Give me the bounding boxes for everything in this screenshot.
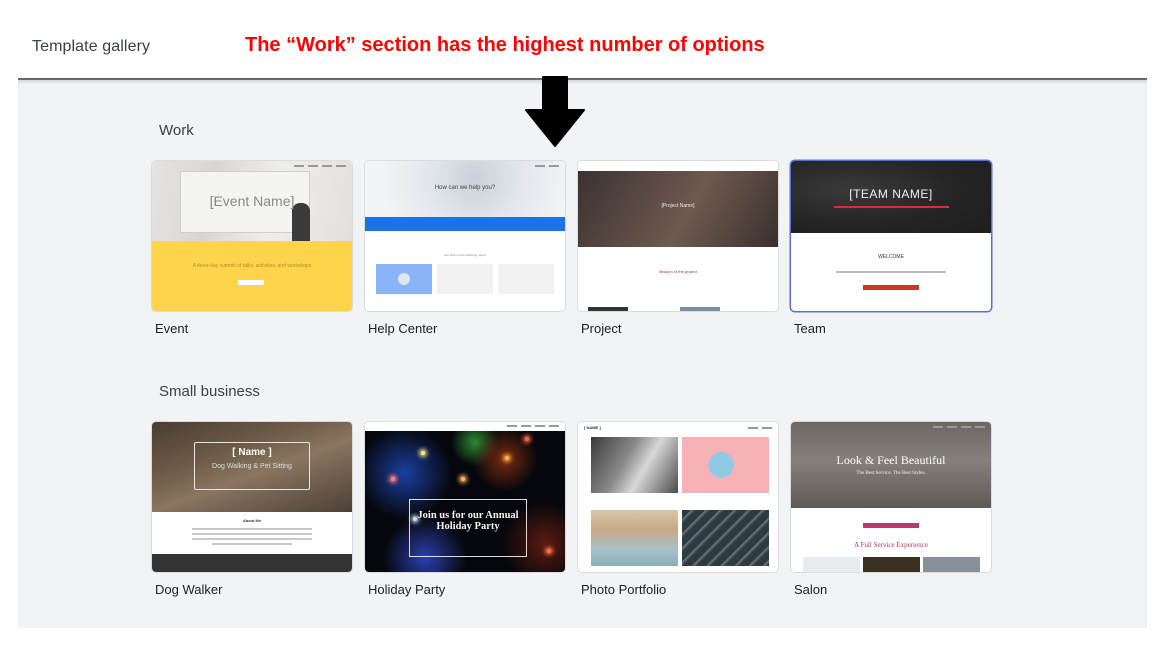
salon-preview-title: Look & Feel Beautiful — [836, 453, 946, 467]
template-card-holiday-party[interactable]: Join us for our Annual Holiday Party Hol… — [365, 422, 565, 597]
template-card-photo-portfolio[interactable]: [ NAME ] Photo Portfolio — [578, 422, 778, 597]
dog-walker-preview-subheading: About Me — [242, 518, 262, 523]
template-card-team[interactable]: [TEAM NAME] WELCOME Team — [791, 161, 991, 336]
team-thumbnail: [TEAM NAME] WELCOME — [791, 161, 991, 311]
project-thumbnail: [Project Name] Mission of the project — [578, 161, 778, 311]
dog-walker-preview-subtitle: Dog Walking & Pet Sitting — [212, 463, 292, 470]
template-label: Salon — [794, 582, 828, 597]
team-preview-title: [TEAM NAME] — [849, 187, 933, 201]
project-preview-subheading: Mission of the project — [659, 269, 697, 274]
page-title: Template gallery — [32, 38, 151, 55]
template-card-project[interactable]: [Project Name] Mission of the project Pr… — [578, 161, 778, 336]
template-card-salon[interactable]: Look & Feel Beautiful The Best Service. … — [791, 422, 991, 597]
salon-preview-subheading: A Full Service Experience — [854, 541, 928, 549]
holiday-party-preview-title: Join us for our Annual Holiday Party — [417, 510, 519, 533]
template-label: Help Center — [368, 321, 438, 336]
template-label: Project — [581, 321, 622, 336]
project-preview-title: [Project Name] — [661, 203, 695, 209]
section-label-work: Work — [159, 122, 194, 139]
salon-preview-subtitle: The Best Service. The Best Styles. — [856, 471, 926, 476]
team-preview-subheading: WELCOME — [878, 254, 904, 260]
event-preview-tagline: A three-day summit of talks, activities,… — [192, 263, 312, 269]
template-label: Dog Walker — [155, 582, 223, 597]
event-preview-title: [Event Name] — [209, 193, 295, 209]
event-thumbnail: [Event Name] A three-day summit of talks… — [152, 161, 352, 311]
template-card-event[interactable]: [Event Name] A three-day summit of talks… — [152, 161, 352, 336]
template-label: Photo Portfolio — [581, 582, 667, 597]
help-center-thumbnail: How can we help you? Get help on the fol… — [365, 161, 565, 311]
holiday-party-thumbnail: Join us for our Annual Holiday Party — [365, 422, 565, 572]
dog-walker-preview-title: [ Name ] — [232, 447, 272, 458]
photo-portfolio-preview-title: [ NAME ] — [584, 425, 601, 430]
template-card-dog-walker[interactable]: [ Name ] Dog Walking & Pet Sitting About… — [152, 422, 352, 597]
template-card-help-center[interactable]: How can we help you? Get help on the fol… — [365, 161, 565, 336]
template-label: Holiday Party — [368, 582, 446, 597]
help-center-preview-subheading: Get help on the following topics — [444, 253, 486, 257]
photo-portfolio-thumbnail: [ NAME ] — [578, 422, 778, 572]
template-label: Event — [155, 321, 189, 336]
template-label: Team — [794, 321, 826, 336]
dog-walker-thumbnail: [ Name ] Dog Walking & Pet Sitting About… — [152, 422, 352, 572]
salon-thumbnail: Look & Feel Beautiful The Best Service. … — [791, 422, 991, 572]
section-label-small-business: Small business — [159, 383, 260, 400]
down-arrow-icon — [525, 76, 585, 147]
help-center-preview-title: How can we help you? — [434, 185, 496, 191]
annotation-text: The “Work” section has the highest numbe… — [245, 34, 765, 56]
